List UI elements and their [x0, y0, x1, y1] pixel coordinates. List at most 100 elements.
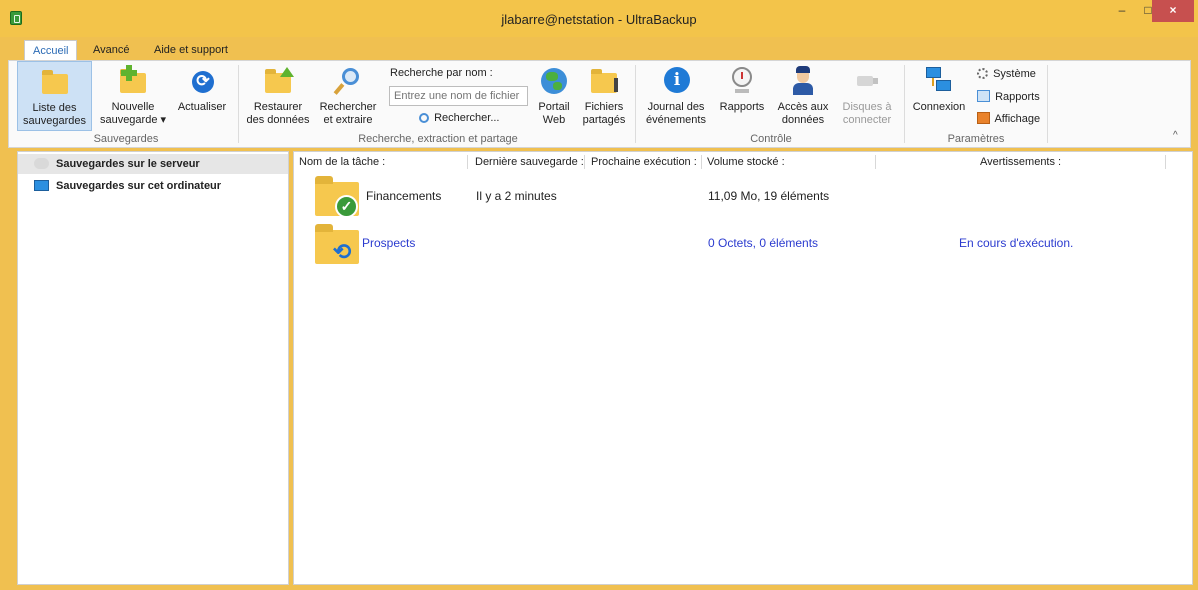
journal-label-2: événements [646, 114, 706, 126]
column-header-prochaine[interactable]: Prochaine exécution : [591, 152, 697, 172]
rechercher-label-2: et extraire [323, 114, 373, 126]
group-label-sauvegardes: Sauvegardes [93, 133, 159, 145]
globe-icon [538, 65, 570, 97]
nav-item-ordinateur[interactable]: Sauvegardes sur cet ordinateur [18, 176, 288, 196]
table-row[interactable]: ✓ Financements Il y a 2 minutes 11,09 Mo… [294, 174, 1192, 224]
shared-folder-icon [588, 65, 620, 97]
portail-label-2: Web [542, 114, 566, 126]
disques-a-connecter-button[interactable]: Disques à connecter [837, 61, 897, 131]
journal-label-1: Journal des [647, 101, 705, 113]
clock-report-icon [726, 65, 758, 97]
group-separator [238, 65, 239, 143]
task-name: Prospects [362, 236, 416, 250]
systeme-label: Système [993, 68, 1036, 80]
rapports-label: Rapports [719, 101, 765, 113]
nav-item-serveur-label: Sauvegardes sur le serveur [56, 158, 200, 170]
fichiers-label-2: partagés [582, 114, 626, 126]
column-header-derniere[interactable]: Dernière sauvegarde : [475, 152, 584, 172]
search-input[interactable] [389, 86, 528, 106]
minimize-button[interactable]: – [1108, 0, 1136, 22]
checkmark-icon: ✓ [335, 195, 358, 218]
column-separator[interactable] [875, 155, 876, 169]
fichiers-partages-button[interactable]: Fichiers partagés [579, 61, 629, 131]
tab-accueil[interactable]: Accueil [24, 40, 78, 61]
rapports-settings-button[interactable]: Rapports [977, 90, 1040, 103]
rechercher-button[interactable]: Rechercher... [419, 112, 499, 124]
restaurer-des-donnees-button[interactable]: Restaurer des données [245, 61, 311, 131]
group-separator [904, 65, 905, 143]
stored-volume: 11,09 Mo, 19 éléments [708, 189, 830, 203]
rapports-settings-label: Rapports [995, 91, 1040, 103]
liste-des-sauvegardes-button[interactable]: Liste des sauvegardes [17, 61, 92, 131]
column-separator[interactable] [584, 155, 585, 169]
table-row[interactable]: ⟲ Prospects 0 Octets, 0 éléments En cour… [294, 224, 1192, 276]
task-name: Financements [366, 189, 442, 203]
journal-des-evenements-button[interactable]: i Journal des événements [641, 61, 711, 131]
column-separator[interactable] [701, 155, 702, 169]
nav-item-ordinateur-label: Sauvegardes sur cet ordinateur [56, 180, 222, 192]
usb-drive-icon [851, 65, 883, 97]
disques-label-1: Disques à [842, 101, 892, 113]
acces-aux-donnees-button[interactable]: Accès aux données [773, 61, 833, 131]
affichage-label: Affichage [994, 113, 1041, 125]
last-backup: Il y a 2 minutes [476, 189, 557, 203]
ribbon: Liste des sauvegardes Nouvelle sauvegard… [8, 60, 1191, 148]
group-label-parametres: Paramètres [947, 133, 1005, 145]
window-title: jlabarre@netstation - UltraBackup [501, 12, 697, 27]
sync-icon: ⟲ [332, 239, 352, 264]
portail-label-1: Portail [538, 101, 570, 113]
close-button[interactable]: × [1152, 0, 1194, 22]
tab-avance[interactable]: Avancé [85, 40, 138, 61]
collapse-ribbon-chevron-icon[interactable]: ^ [1173, 130, 1178, 141]
new-folder-icon [117, 65, 149, 97]
search-icon [419, 113, 429, 123]
nouvelle-label-2: sauvegarde ▾ [99, 114, 167, 126]
stored-volume: 0 Octets, 0 éléments [708, 236, 819, 250]
nouvelle-label-1: Nouvelle [111, 101, 155, 113]
column-header-nom[interactable]: Nom de la tâche : [299, 152, 385, 172]
rechercher-et-extraire-button[interactable]: Rechercher et extraire [317, 61, 379, 131]
rechercher-label-1: Rechercher [319, 101, 377, 113]
tab-aide-et-support[interactable]: Aide et support [146, 40, 236, 61]
refresh-icon: ⟳ [186, 65, 218, 97]
restaurer-label-1: Restaurer [253, 101, 303, 113]
acces-label-1: Accès aux [777, 101, 829, 113]
restaurer-label-2: des données [246, 114, 310, 126]
cloud-icon [34, 158, 49, 169]
acces-label-2: données [781, 114, 825, 126]
liste-label-2: sauvegardes [23, 115, 86, 127]
affichage-button[interactable]: Affichage [977, 112, 1040, 125]
folder-icon [39, 66, 71, 98]
portail-web-button[interactable]: Portail Web [533, 61, 575, 131]
info-icon: i [660, 65, 692, 97]
restore-folder-icon [262, 65, 294, 97]
security-guard-icon [787, 65, 819, 97]
liste-label-1: Liste des [32, 102, 77, 114]
computer-icon [34, 180, 49, 191]
connexion-button[interactable]: Connexion [909, 61, 969, 131]
envelope-icon [977, 90, 990, 102]
disques-label-2: connecter [842, 114, 892, 126]
nav-item-serveur[interactable]: Sauvegardes sur le serveur [18, 154, 288, 174]
rechercher-button-label: Rechercher... [434, 112, 500, 124]
nouvelle-sauvegarde-button[interactable]: Nouvelle sauvegarde ▾ [97, 61, 169, 131]
display-text-icon [977, 112, 990, 124]
actualiser-label: Actualiser [177, 101, 227, 113]
gear-icon [977, 68, 988, 79]
search-by-name-label: Recherche par nom : [390, 67, 493, 79]
group-separator [635, 65, 636, 143]
column-separator[interactable] [467, 155, 468, 169]
backup-folder-sync-icon: ⟲ [315, 224, 359, 264]
column-separator[interactable] [1165, 155, 1166, 169]
column-header-volume[interactable]: Volume stocké : [707, 152, 785, 172]
connexion-label: Connexion [912, 101, 966, 113]
fichiers-label-1: Fichiers [584, 101, 624, 113]
rapports-button[interactable]: Rapports [715, 61, 769, 131]
column-header-avertissements[interactable]: Avertissements : [980, 152, 1061, 172]
ribbon-tabs: Accueil Avancé Aide et support [0, 37, 1198, 61]
systeme-button[interactable]: Système [977, 68, 1036, 80]
warnings: En cours d'exécution. [959, 236, 1074, 250]
group-label-recherche: Recherche, extraction et partage [358, 133, 518, 145]
actualiser-button[interactable]: ⟳ Actualiser [172, 61, 232, 131]
magnifier-icon [332, 65, 364, 97]
